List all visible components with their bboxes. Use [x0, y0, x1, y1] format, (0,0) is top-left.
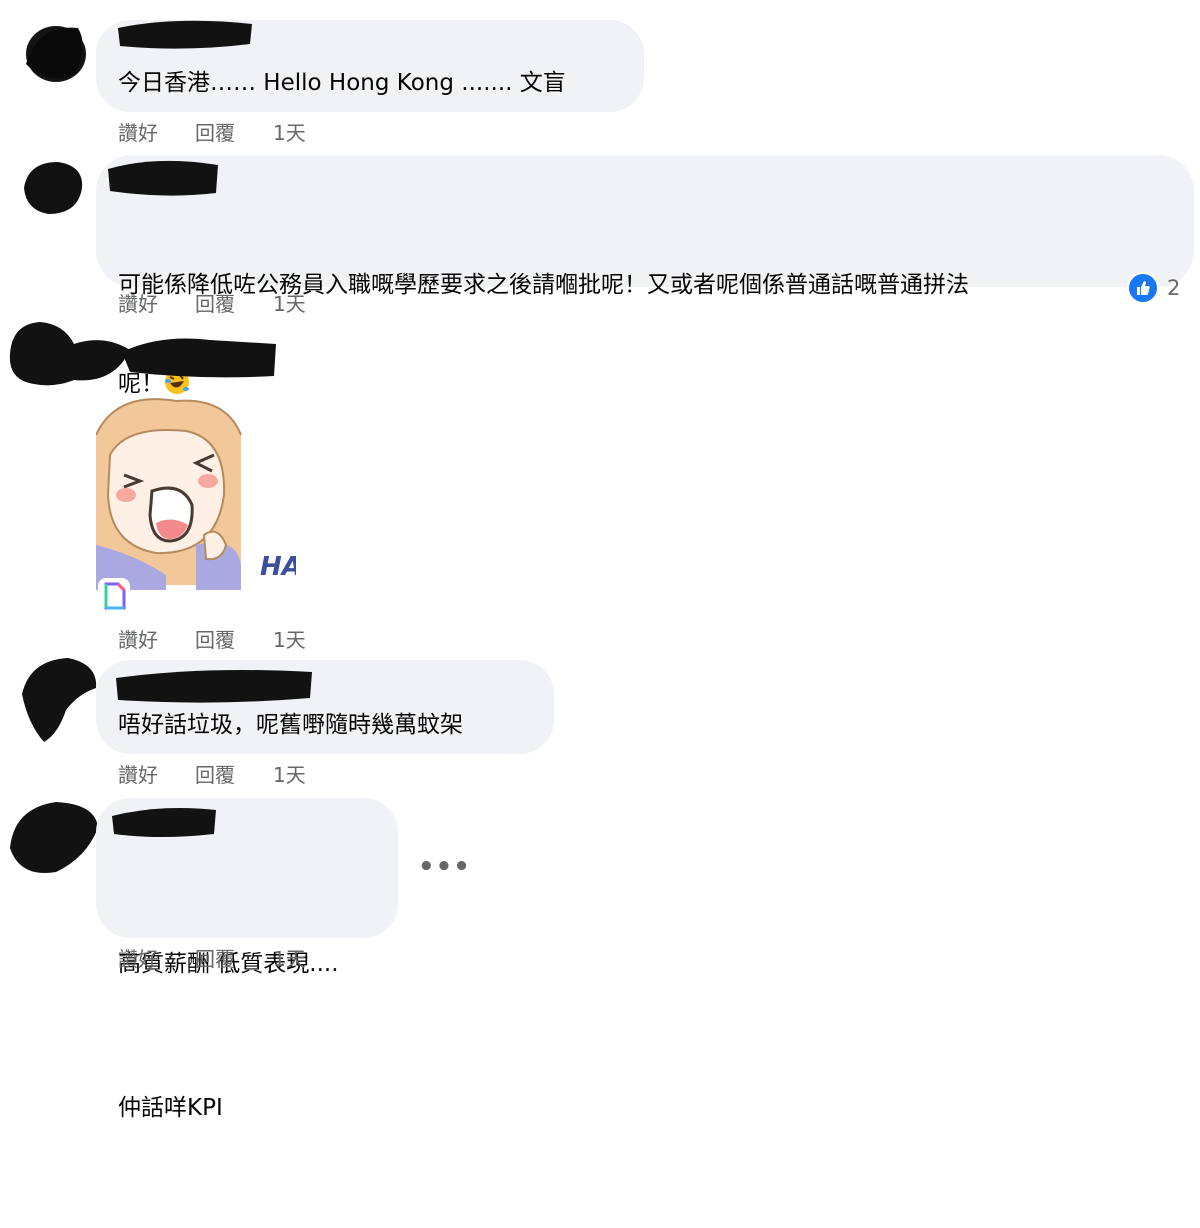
- redacted-name[interactable]: [110, 802, 220, 842]
- timestamp[interactable]: 1天: [273, 288, 306, 317]
- comment-bubble: 可能係降低咗公務員入職嘅學歷要求之後請嗰批呢！又或者呢個係普通話嘅普通拼法 呢！: [96, 155, 1194, 397]
- comment-text-line-2: 仲話咩KPI: [118, 1095, 223, 1121]
- redacted-name[interactable]: [120, 330, 280, 380]
- timestamp[interactable]: 1天: [273, 759, 306, 788]
- avatar[interactable]: [18, 14, 90, 86]
- reply-button[interactable]: 回覆: [195, 759, 235, 788]
- comment-bubble: 唔好話垃圾，呢舊嘢隨時幾萬蚊架: [96, 660, 554, 754]
- like-button[interactable]: 讚好: [118, 117, 158, 146]
- comment-text: 今日香港…… Hello Hong Kong ....... 文盲: [118, 70, 566, 96]
- avatar[interactable]: [4, 314, 134, 390]
- comment-bubble: 高質薪酬 低質表現.... 仲話咩KPI: [96, 798, 398, 1121]
- avatar[interactable]: [6, 798, 102, 878]
- timestamp[interactable]: 1天: [273, 117, 306, 146]
- comment-text: 唔好話垃圾，呢舊嘢隨時幾萬蚊架: [118, 712, 463, 738]
- reply-button[interactable]: 回覆: [195, 117, 235, 146]
- laughing-girl-sticker[interactable]: HA: [95, 395, 302, 590]
- like-button[interactable]: 讚好: [118, 759, 158, 788]
- redacted-name[interactable]: [116, 14, 256, 54]
- reply-button[interactable]: 回覆: [195, 624, 235, 653]
- reply-button[interactable]: 回覆: [195, 288, 235, 317]
- reaction-number: 2: [1167, 276, 1181, 300]
- redacted-name[interactable]: [114, 662, 314, 708]
- avatar[interactable]: [18, 654, 102, 746]
- redacted-name[interactable]: [106, 155, 221, 199]
- more-options-icon[interactable]: •••: [418, 852, 471, 882]
- reply-button[interactable]: 回覆: [195, 943, 235, 972]
- gif-icon[interactable]: [96, 576, 132, 616]
- reaction-count[interactable]: 2: [1127, 270, 1180, 306]
- comment-bubble: 今日香港…… Hello Hong Kong ....... 文盲: [96, 20, 644, 112]
- thumbs-up-icon: [1127, 272, 1159, 304]
- like-button[interactable]: 讚好: [118, 624, 158, 653]
- like-button[interactable]: 讚好: [118, 288, 158, 317]
- timestamp[interactable]: 1天: [273, 624, 306, 653]
- timestamp[interactable]: 1天: [273, 943, 306, 972]
- sticker-text: HA: [260, 552, 296, 582]
- avatar[interactable]: [18, 158, 90, 218]
- comment-text: 高質薪酬 低質表現.... 仲話咩KPI: [118, 844, 339, 1228]
- like-button[interactable]: 讚好: [118, 943, 158, 972]
